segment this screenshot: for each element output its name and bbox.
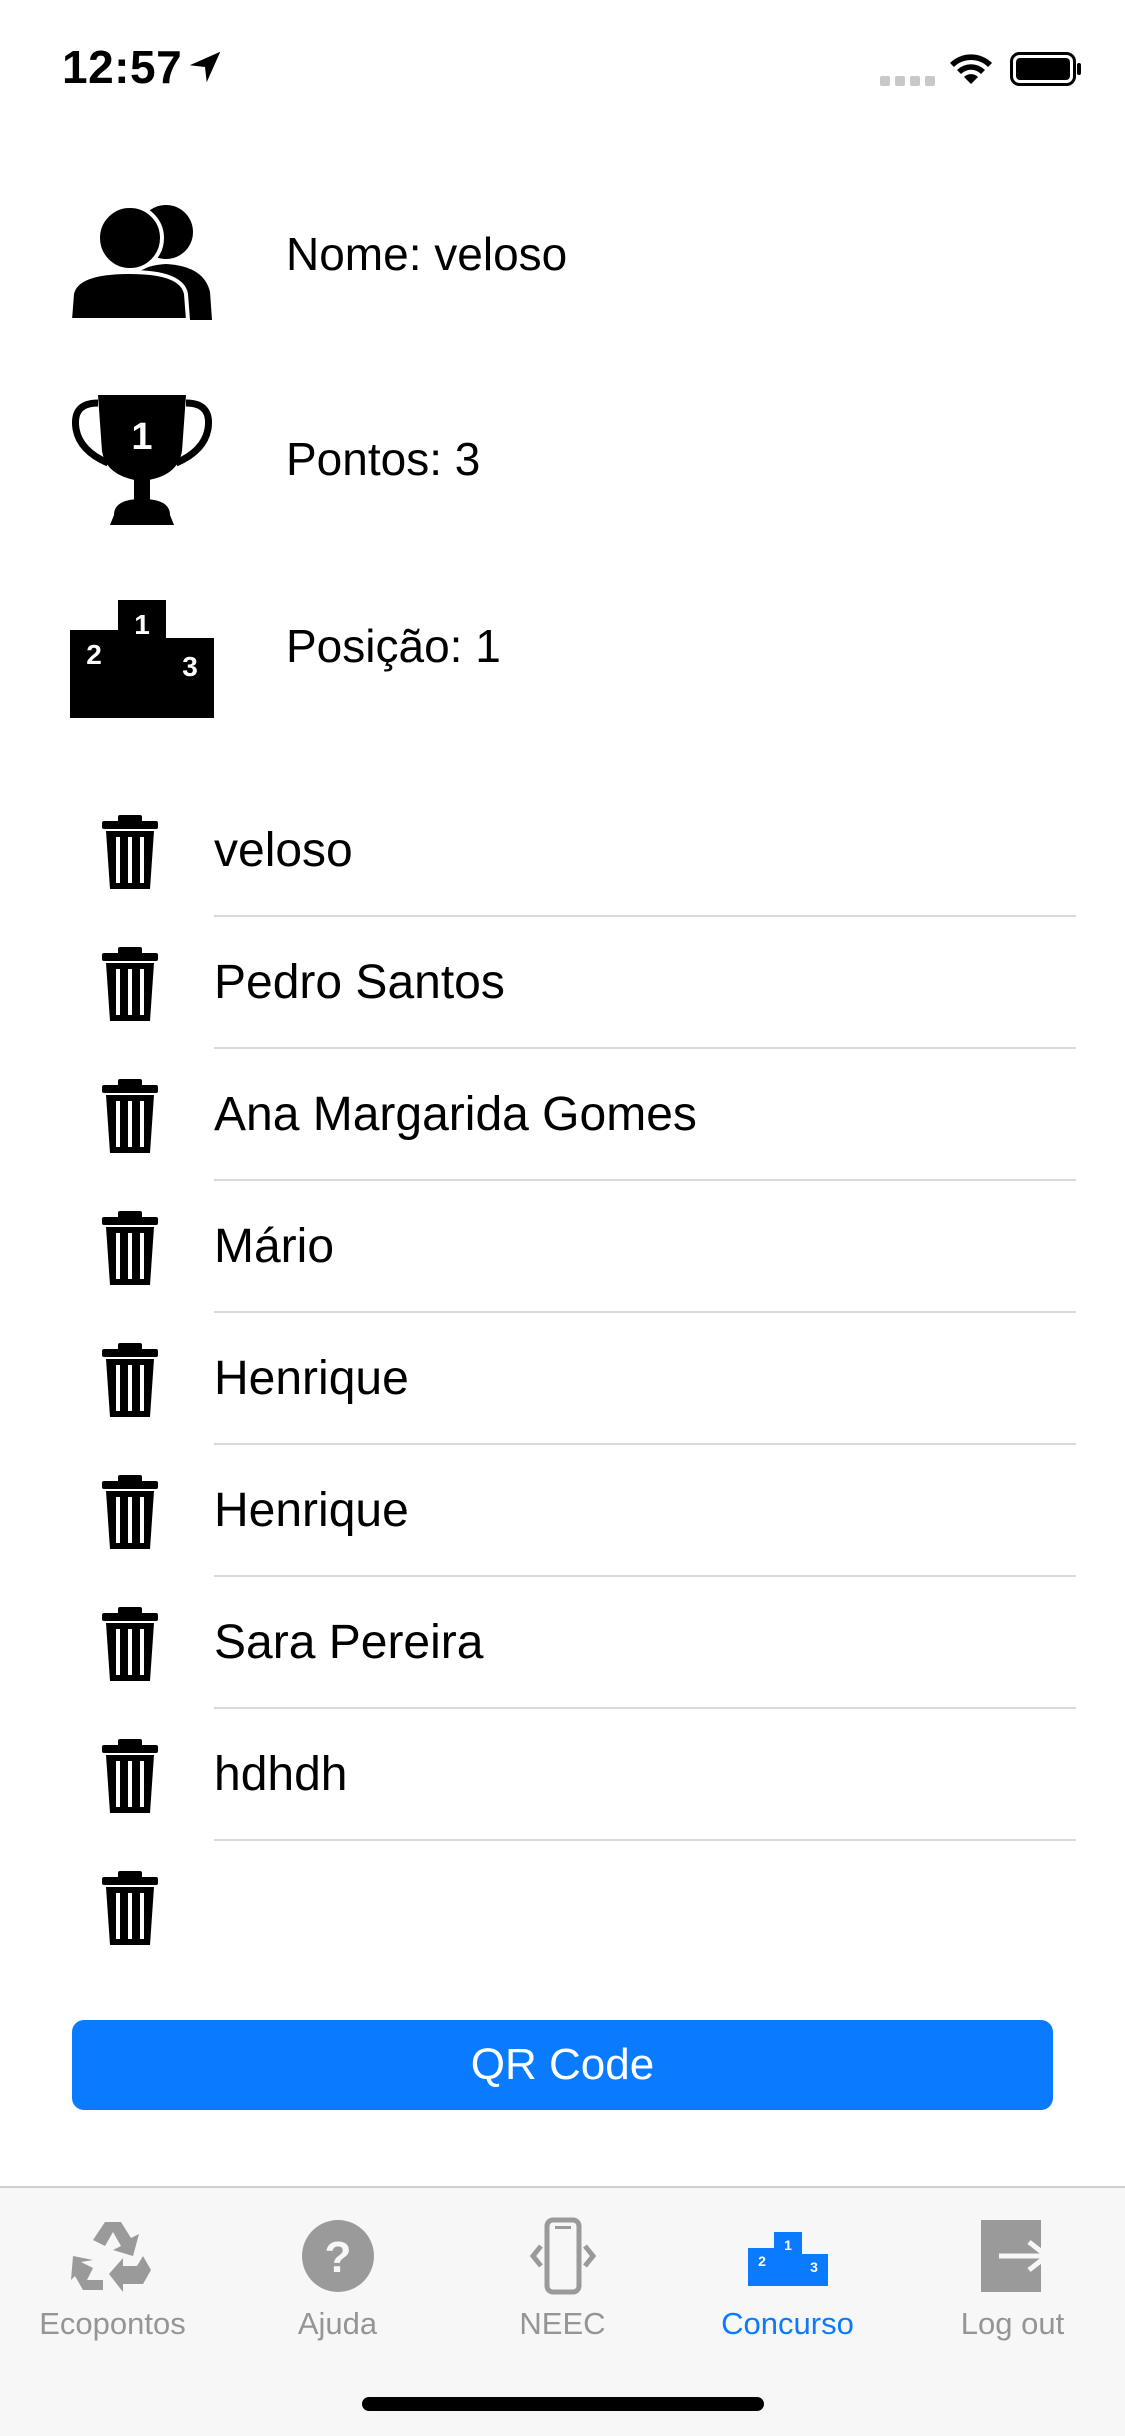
svg-text:2: 2 [758,2253,766,2269]
profile-position-row: 1 2 3 Posição: 1 [0,578,1125,728]
profile-name: Nome: veloso [286,228,568,280]
tab-label: Log out [960,2306,1065,2341]
tab-ajuda[interactable]: ? Ajuda [225,2206,450,2346]
tab-label: Ajuda [297,2306,378,2341]
trash-icon[interactable] [96,1341,164,1419]
podium-icon: 1 2 3 [747,2232,828,2286]
tab-ecopontos[interactable]: Ecopontos [0,2206,225,2346]
list-item[interactable]: Mário [0,1181,1125,1313]
list-item[interactable]: Ana Margarida Gomes [0,1049,1125,1181]
player-name: Henrique [214,1352,409,1405]
qr-code-button[interactable]: QR Code [72,2020,1053,2110]
recycle-icon [70,2222,151,2292]
list-item[interactable]: veloso [0,785,1125,917]
svg-text:1: 1 [784,2237,792,2253]
tab-neec[interactable]: NEEC [450,2206,675,2346]
profile-points: Pontos: 3 [286,433,481,485]
list-item[interactable]: Pedro Santos [0,917,1125,1049]
player-name: Sara Pereira [214,1616,484,1669]
player-name: veloso [214,824,353,877]
list-item[interactable]: hdhdh [0,1709,1125,1841]
home-indicator[interactable] [362,2397,764,2411]
trash-icon[interactable] [96,813,164,891]
qr-code-button-label: QR Code [470,2040,655,2089]
trash-icon[interactable] [96,1209,164,1287]
tab-concurso[interactable]: 1 2 3 Concurso [675,2206,900,2346]
tab-label: Concurso [721,2306,854,2341]
svg-text:3: 3 [810,2259,818,2275]
player-name: Pedro Santos [214,956,505,1009]
trash-icon[interactable] [96,1473,164,1551]
list-item[interactable]: Henrique [0,1445,1125,1577]
player-name: Ana Margarida Gomes [214,1088,697,1141]
profile-position: Posição: 1 [286,620,501,672]
svg-text:3: 3 [182,651,198,682]
status-time: 12:57 [62,41,183,93]
profile-points-row: 1 Pontos: 3 [0,385,1125,535]
list-item[interactable] [0,1841,1125,1945]
list-item[interactable]: Henrique [0,1313,1125,1445]
location-arrow-icon [189,51,221,83]
users-icon [68,204,212,322]
svg-text:?: ? [324,2233,351,2282]
screen: 12:57 Nome: veloso 1 Pontos: 3 1 2 3 Pos… [0,0,1125,2436]
trash-icon[interactable] [96,1737,164,1815]
status-bar: 12:57 [0,0,1125,135]
svg-text:1: 1 [134,609,150,640]
player-name: Henrique [214,1484,409,1537]
wifi-icon [950,54,992,84]
tab-label: NEEC [519,2306,606,2341]
help-icon: ? [301,2220,374,2292]
phone-icon [529,2217,596,2295]
logout-icon [980,2220,1051,2292]
trophy-icon: 1 [71,395,213,525]
tab-label: Ecopontos [39,2306,186,2341]
cellular-signal-icon [880,76,935,86]
trash-icon[interactable] [96,945,164,1023]
tab-log-out[interactable]: Log out [900,2206,1125,2346]
battery-icon [1010,52,1081,86]
players-list: veloso Pedro Santos Ana Margarida Gomes … [0,785,1125,1945]
player-name: Mário [214,1220,335,1273]
player-name: hdhdh [214,1748,348,1801]
trash-icon[interactable] [96,1077,164,1155]
list-item[interactable]: Sara Pereira [0,1577,1125,1709]
trash-icon[interactable] [96,1869,164,1947]
podium-icon: 1 2 3 [70,600,214,718]
svg-text:1: 1 [131,416,152,458]
profile-name-row: Nome: veloso [0,180,1125,330]
svg-text:2: 2 [86,639,102,670]
trash-icon[interactable] [96,1605,164,1683]
